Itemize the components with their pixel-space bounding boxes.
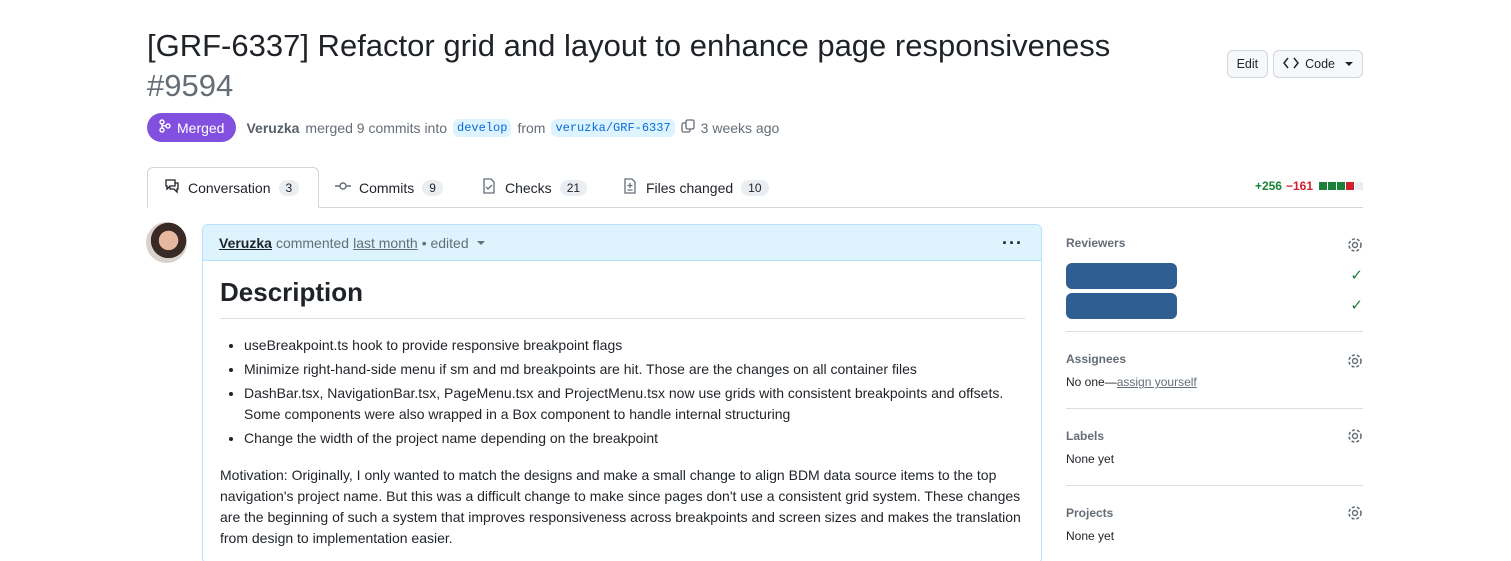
tab-label: Commits — [359, 179, 415, 196]
status-label: Merged — [177, 119, 225, 136]
diffstat-block — [1346, 182, 1354, 190]
gear-icon[interactable] — [1347, 237, 1363, 253]
tab-files-changed[interactable]: Files changed 10 — [606, 167, 785, 208]
merge-text: merged 9 commits into — [305, 119, 448, 136]
merge-icon — [159, 119, 171, 136]
tab-checks[interactable]: Checks 21 — [465, 167, 603, 208]
status-badge: Merged — [147, 113, 237, 142]
diffstat-deletions: −161 — [1285, 179, 1313, 193]
comment-heading: Description — [220, 277, 1025, 319]
list-item: Change the width of the project name dep… — [244, 428, 1025, 449]
diffstat-block — [1355, 182, 1363, 190]
code-button[interactable]: Code — [1273, 50, 1363, 78]
pr-meta: Merged Veruzka merged 9 commits into dev… — [147, 113, 779, 142]
projects-label: Projects — [1066, 506, 1114, 520]
projects-value: None yet — [1066, 529, 1115, 543]
assignees-label: Assignees — [1066, 352, 1127, 366]
chevron-down-icon — [1345, 62, 1353, 66]
tab-label: Checks — [505, 179, 552, 196]
comment-header: Veruzka commented last month • edited ··… — [203, 225, 1041, 261]
diffstat-block — [1337, 182, 1345, 190]
pr-title-block: [GRF-6337] Refactor grid and layout to e… — [147, 26, 1147, 106]
comment-action: commented — [275, 234, 350, 251]
comment-edited[interactable]: • edited — [422, 235, 469, 251]
bullet-list: useBreakpoint.ts hook to provide respons… — [220, 335, 1025, 449]
head-branch[interactable]: veruzka/GRF-6337 — [551, 118, 675, 137]
tab-commits[interactable]: Commits 9 — [319, 167, 459, 208]
check-icon: ✓ — [1350, 267, 1363, 284]
copy-icon[interactable] — [681, 119, 695, 136]
code-button-label: Code — [1305, 57, 1335, 71]
author-link[interactable]: Veruzka — [246, 120, 299, 136]
labels-section: Labels None yet — [1066, 409, 1363, 486]
tab-counter: 21 — [559, 179, 588, 196]
gear-icon[interactable] — [1347, 428, 1363, 444]
header-actions: Edit Code — [1226, 50, 1363, 78]
assign-yourself-link[interactable]: assign yourself — [1117, 375, 1197, 389]
edit-button-label: Edit — [1236, 57, 1259, 71]
comment-author[interactable]: Veruzka — [219, 235, 272, 251]
list-item: useBreakpoint.ts hook to provide respons… — [244, 335, 1025, 356]
comment-paragraph: Motivation: Originally, I only wanted to… — [220, 467, 1021, 546]
tab-counter: 3 — [278, 179, 300, 196]
tab-counter: 10 — [741, 179, 769, 196]
assignees-none: No one— — [1066, 375, 1117, 389]
avatar[interactable] — [146, 222, 187, 263]
projects-section: Projects None yet — [1066, 486, 1363, 561]
chevron-down-icon[interactable] — [476, 240, 485, 245]
reviewers-label: Reviewers — [1066, 236, 1126, 250]
comment-time[interactable]: last month — [353, 235, 418, 251]
tab-label: Files changed — [646, 179, 734, 196]
code-icon — [1283, 57, 1300, 72]
list-item: Minimize right-hand-side menu if sm and … — [244, 359, 1025, 380]
gear-icon[interactable] — [1347, 353, 1363, 369]
check-icon: ✓ — [1350, 297, 1363, 314]
pr-tabs: Conversation 3 Commits 9 Checks 21 Files… — [147, 167, 1363, 208]
diffstat-block — [1319, 182, 1327, 190]
tab-conversation[interactable]: Conversation 3 — [147, 167, 319, 208]
edit-button[interactable]: Edit — [1226, 50, 1269, 78]
diffstat-block — [1328, 182, 1336, 190]
labels-value: None yet — [1066, 452, 1115, 466]
reviewer-redacted[interactable] — [1066, 293, 1177, 319]
base-branch[interactable]: develop — [453, 118, 512, 137]
sidebar: Reviewers ✓ ✓ Assignees No one—assign yo… — [1066, 232, 1363, 561]
labels-label: Labels — [1066, 429, 1105, 443]
list-item: DashBar.tsx, NavigationBar.tsx, PageMenu… — [244, 383, 1025, 425]
reviewer-redacted[interactable] — [1066, 263, 1177, 289]
comment-body: Description useBreakpoint.ts hook to pro… — [203, 261, 1041, 549]
pr-title: [GRF-6337] Refactor grid and layout to e… — [147, 28, 1111, 63]
diffstat-additions: +256 — [1254, 179, 1282, 193]
comment-icon — [164, 178, 180, 197]
checklist-icon — [481, 178, 497, 197]
commit-icon — [335, 178, 351, 197]
gear-icon[interactable] — [1347, 505, 1363, 521]
from-text: from — [517, 119, 546, 136]
merge-time: 3 weeks ago — [700, 119, 780, 136]
reviewers-section: Reviewers ✓ ✓ — [1066, 232, 1363, 332]
assignees-section: Assignees No one—assign yourself — [1066, 332, 1363, 409]
diffstat-blocks — [1319, 182, 1363, 190]
assignees-value: No one—assign yourself — [1066, 375, 1363, 389]
comment-box: Veruzka commented last month • edited ··… — [202, 224, 1042, 561]
file-diff-icon — [622, 178, 638, 197]
pr-number: #9594 — [147, 68, 234, 103]
diffstat: +256 −161 — [1255, 179, 1363, 193]
kebab-menu-icon[interactable]: ··· — [1002, 233, 1023, 254]
tab-counter: 9 — [422, 179, 443, 196]
tab-label: Conversation — [188, 179, 271, 196]
